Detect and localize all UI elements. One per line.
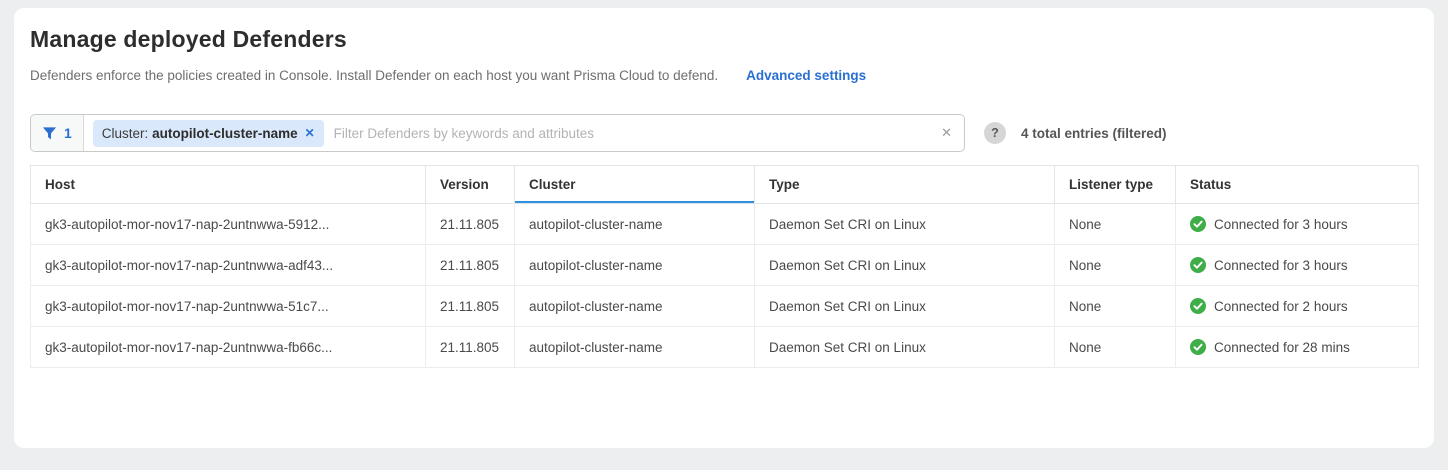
column-header-listener_type[interactable]: Listener type — [1055, 166, 1176, 204]
connected-check-icon — [1190, 216, 1206, 232]
page-description: Defenders enforce the policies created i… — [30, 68, 718, 83]
column-header-version[interactable]: Version — [426, 166, 515, 204]
column-header-cluster[interactable]: Cluster — [515, 166, 755, 204]
table-header-row: HostVersionClusterTypeListener typeStatu… — [31, 166, 1419, 204]
status-text: Connected for 28 mins — [1214, 340, 1350, 355]
active-filter-count: 1 — [64, 125, 72, 141]
table-row[interactable]: gk3-autopilot-mor-nov17-nap-2untnwwa-591… — [31, 204, 1419, 245]
cell-host: gk3-autopilot-mor-nov17-nap-2untnwwa-adf… — [31, 245, 426, 286]
description-row: Defenders enforce the policies created i… — [30, 68, 1418, 83]
cell-version: 21.11.805 — [426, 245, 515, 286]
defenders-table: HostVersionClusterTypeListener typeStatu… — [30, 165, 1419, 368]
cell-status: Connected for 2 hours — [1176, 286, 1419, 327]
filter-count-section[interactable]: 1 — [31, 115, 84, 151]
cell-cluster: autopilot-cluster-name — [515, 245, 755, 286]
cell-version: 21.11.805 — [426, 286, 515, 327]
filter-row: 1 Cluster: autopilot-cluster-name ✕ ✕ ? … — [30, 114, 1418, 152]
cell-listener_type: None — [1055, 204, 1176, 245]
manage-defenders-panel: Manage deployed Defenders Defenders enfo… — [14, 8, 1434, 448]
status-text: Connected for 3 hours — [1214, 258, 1348, 273]
column-header-type[interactable]: Type — [755, 166, 1055, 204]
help-icon[interactable]: ? — [984, 122, 1006, 144]
cell-status: Connected for 3 hours — [1176, 204, 1419, 245]
cell-cluster: autopilot-cluster-name — [515, 204, 755, 245]
cell-type: Daemon Set CRI on Linux — [755, 204, 1055, 245]
funnel-icon — [42, 126, 57, 141]
connected-check-icon — [1190, 257, 1206, 273]
chip-value: autopilot-cluster-name — [152, 126, 298, 141]
table-row[interactable]: gk3-autopilot-mor-nov17-nap-2untnwwa-fb6… — [31, 327, 1419, 368]
cell-status: Connected for 28 mins — [1176, 327, 1419, 368]
connected-check-icon — [1190, 339, 1206, 355]
cell-type: Daemon Set CRI on Linux — [755, 327, 1055, 368]
cell-host: gk3-autopilot-mor-nov17-nap-2untnwwa-51c… — [31, 286, 426, 327]
column-header-host[interactable]: Host — [31, 166, 426, 204]
status-text: Connected for 3 hours — [1214, 217, 1348, 232]
cell-host: gk3-autopilot-mor-nov17-nap-2untnwwa-591… — [31, 204, 426, 245]
table-row[interactable]: gk3-autopilot-mor-nov17-nap-2untnwwa-51c… — [31, 286, 1419, 327]
cell-listener_type: None — [1055, 286, 1176, 327]
cell-type: Daemon Set CRI on Linux — [755, 286, 1055, 327]
advanced-settings-link[interactable]: Advanced settings — [746, 68, 866, 83]
status-text: Connected for 2 hours — [1214, 299, 1348, 314]
table-body: gk3-autopilot-mor-nov17-nap-2untnwwa-591… — [31, 204, 1419, 368]
filter-input[interactable] — [324, 126, 941, 141]
cell-version: 21.11.805 — [426, 327, 515, 368]
filter-chip-cluster[interactable]: Cluster: autopilot-cluster-name ✕ — [93, 120, 324, 147]
cell-cluster: autopilot-cluster-name — [515, 327, 755, 368]
cell-host: gk3-autopilot-mor-nov17-nap-2untnwwa-fb6… — [31, 327, 426, 368]
cell-type: Daemon Set CRI on Linux — [755, 245, 1055, 286]
filter-bar[interactable]: 1 Cluster: autopilot-cluster-name ✕ ✕ — [30, 114, 965, 152]
chip-remove-icon[interactable]: ✕ — [305, 126, 315, 140]
connected-check-icon — [1190, 298, 1206, 314]
chip-label: Cluster: autopilot-cluster-name — [102, 126, 298, 141]
cell-status: Connected for 3 hours — [1176, 245, 1419, 286]
cell-listener_type: None — [1055, 327, 1176, 368]
cell-version: 21.11.805 — [426, 204, 515, 245]
cell-cluster: autopilot-cluster-name — [515, 286, 755, 327]
entries-summary: 4 total entries (filtered) — [1021, 126, 1167, 141]
table-row[interactable]: gk3-autopilot-mor-nov17-nap-2untnwwa-adf… — [31, 245, 1419, 286]
clear-filter-icon[interactable]: ✕ — [941, 125, 952, 141]
page-title: Manage deployed Defenders — [30, 26, 1418, 53]
cell-listener_type: None — [1055, 245, 1176, 286]
column-header-status[interactable]: Status — [1176, 166, 1419, 204]
